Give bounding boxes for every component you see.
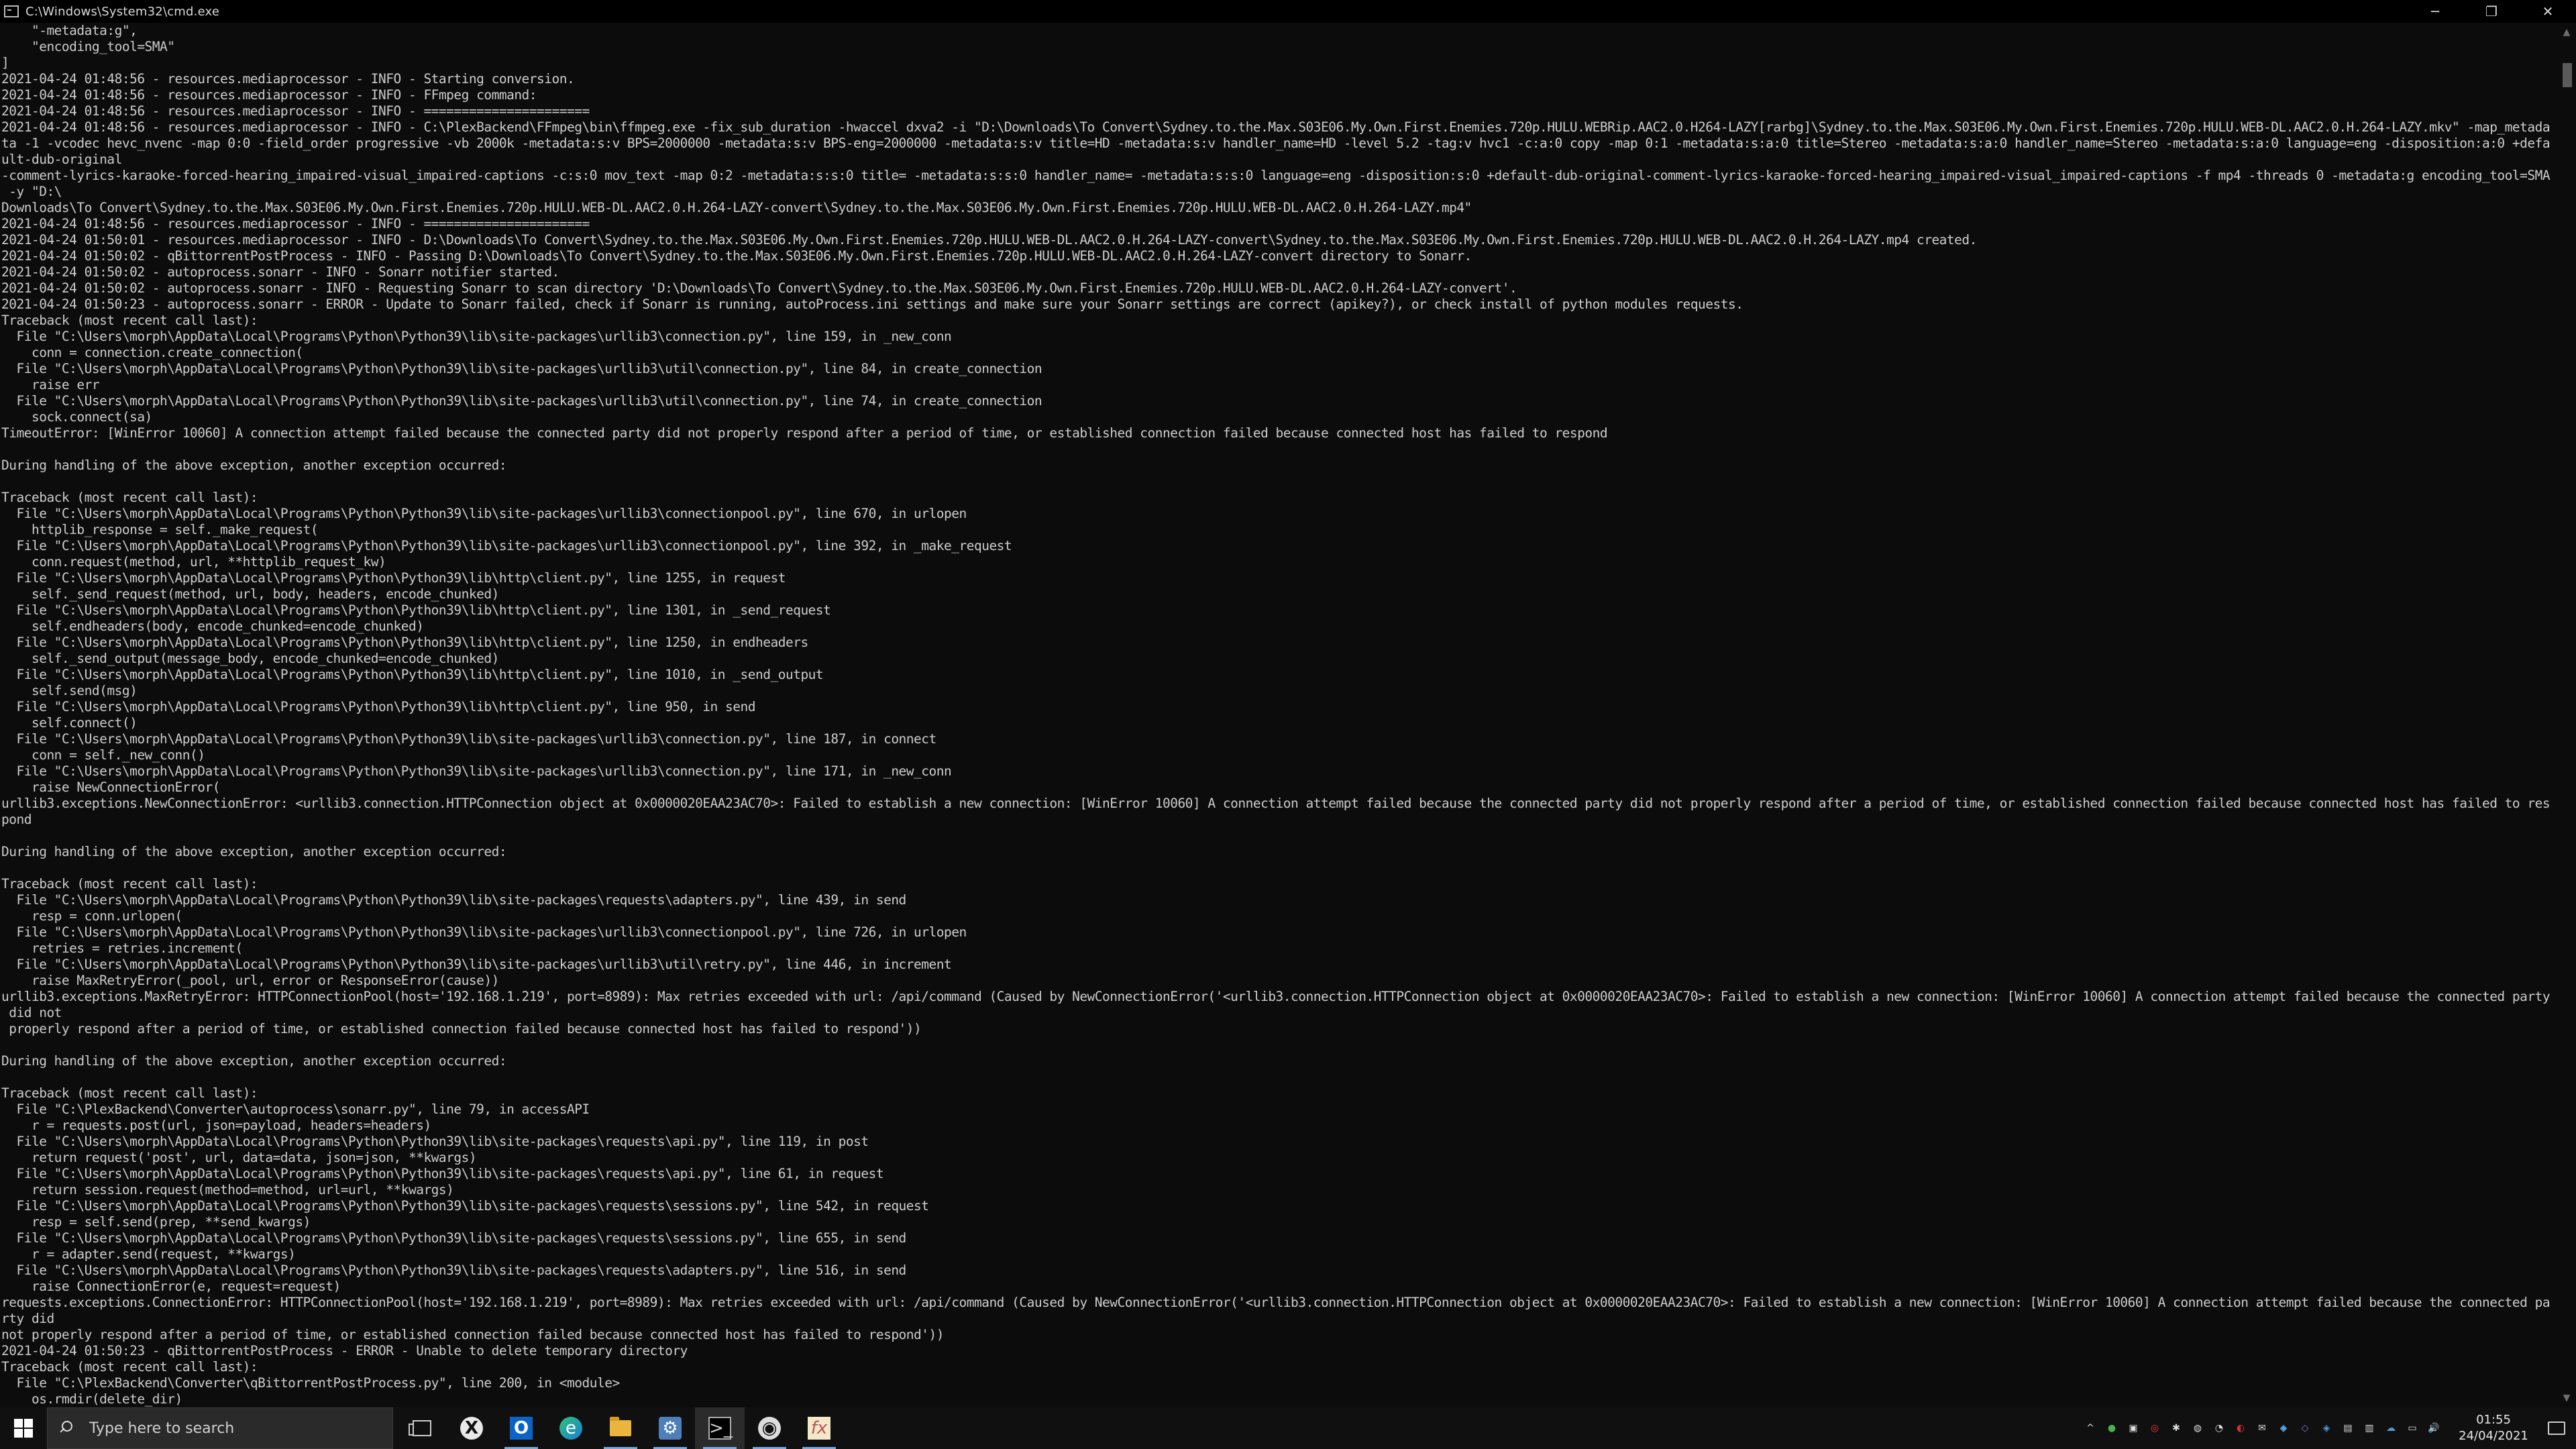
cmd-window-icon[interactable]	[4, 5, 19, 17]
tray-app-icon[interactable]: ◍	[2190, 1421, 2205, 1436]
scroll-down-icon[interactable]: ▼	[2557, 1389, 2576, 1407]
action-center-button[interactable]	[2537, 1407, 2576, 1449]
tray-app-icon[interactable]: ▥	[2362, 1421, 2377, 1436]
xbox-icon: X	[460, 1417, 483, 1440]
clock-time: 01:55	[2476, 1413, 2511, 1427]
taskbar-app-cmd[interactable]: >_	[695, 1407, 745, 1449]
start-button[interactable]	[0, 1407, 47, 1449]
search-input[interactable]	[88, 1419, 372, 1438]
edge-icon: e	[559, 1417, 582, 1440]
tray-chevron-up-icon[interactable]: ^	[2083, 1421, 2098, 1436]
scrollbar-thumb[interactable]	[2563, 63, 2572, 87]
maximize-button[interactable]: ❐	[2463, 0, 2520, 23]
steam-icon: ◉	[758, 1417, 781, 1440]
fx-icon: fx	[808, 1417, 830, 1440]
taskbar-search[interactable]	[47, 1407, 393, 1449]
vertical-scrollbar[interactable]: ▲ ▼	[2557, 23, 2576, 1407]
tray-app-icon[interactable]: ▣	[2126, 1421, 2141, 1436]
tray-app-icon[interactable]: ●	[2104, 1421, 2119, 1436]
taskbar: X O e ⚙ >_ ◉ fx ^ ● ▣ ◎ ✱ ◍ ◔ ◐ ✉ ◆ ◇ ◈ …	[0, 1407, 2576, 1449]
taskbar-app-steam[interactable]: ◉	[745, 1407, 794, 1449]
windows-logo-icon	[14, 1419, 33, 1438]
search-icon	[58, 1421, 73, 1436]
console-output[interactable]: "-metadata:g", "encoding_tool=SMA" ] 202…	[0, 23, 2557, 1407]
console-text: "-metadata:g", "encoding_tool=SMA" ] 202…	[1, 23, 2551, 1407]
tools-icon: ⚙	[659, 1417, 682, 1440]
clock-date: 24/04/2021	[2459, 1429, 2528, 1443]
taskbar-app-tools[interactable]: ⚙	[645, 1407, 695, 1449]
taskbar-clock[interactable]: 01:55 24/04/2021	[2450, 1412, 2537, 1444]
task-view-icon	[409, 1420, 431, 1436]
tray-app-icon[interactable]: ◎	[2147, 1421, 2162, 1436]
outlook-icon: O	[510, 1417, 533, 1440]
scroll-up-icon[interactable]: ▲	[2557, 23, 2576, 42]
taskbar-app-xbox[interactable]: X	[447, 1407, 496, 1449]
tray-app-icon[interactable]: ◈	[2319, 1421, 2334, 1436]
taskbar-app-edge[interactable]: e	[546, 1407, 596, 1449]
tray-mail-icon[interactable]: ✉	[2255, 1421, 2269, 1436]
system-tray: ^ ● ▣ ◎ ✱ ◍ ◔ ◐ ✉ ◆ ◇ ◈ ▤ ▥ ☁ ▭ 🔊 01:55 …	[2080, 1407, 2576, 1449]
folder-icon	[610, 1417, 631, 1436]
notification-icon	[2548, 1421, 2565, 1435]
cmd-icon: >_	[708, 1417, 733, 1440]
tray-onedrive-icon[interactable]: ☁	[2383, 1421, 2398, 1436]
window-title: C:\Windows\System32\cmd.exe	[25, 4, 220, 19]
tray-app-icon[interactable]: ◇	[2298, 1421, 2312, 1436]
tray-app-icon[interactable]: ▤	[2341, 1421, 2355, 1436]
taskbar-app-editor[interactable]: fx	[794, 1407, 844, 1449]
minimize-button[interactable]: ─	[2407, 0, 2463, 23]
tray-network-icon[interactable]: ▭	[2405, 1421, 2420, 1436]
tray-volume-icon[interactable]: 🔊	[2426, 1421, 2441, 1436]
window-controls: ─ ❐ ✕	[2407, 0, 2576, 23]
tray-app-icon[interactable]: ✱	[2169, 1421, 2184, 1436]
tray-app-icon[interactable]: ◆	[2276, 1421, 2291, 1436]
tray-app-icon[interactable]: ◔	[2212, 1421, 2226, 1436]
taskbar-app-file-explorer[interactable]	[596, 1407, 645, 1449]
window-titlebar[interactable]: C:\Windows\System32\cmd.exe ─ ❐ ✕	[0, 0, 2576, 23]
taskbar-app-outlook[interactable]: O	[496, 1407, 546, 1449]
tray-app-icon[interactable]: ◐	[2233, 1421, 2248, 1436]
close-button[interactable]: ✕	[2520, 0, 2576, 23]
taskbar-app-task-view[interactable]	[397, 1407, 447, 1449]
